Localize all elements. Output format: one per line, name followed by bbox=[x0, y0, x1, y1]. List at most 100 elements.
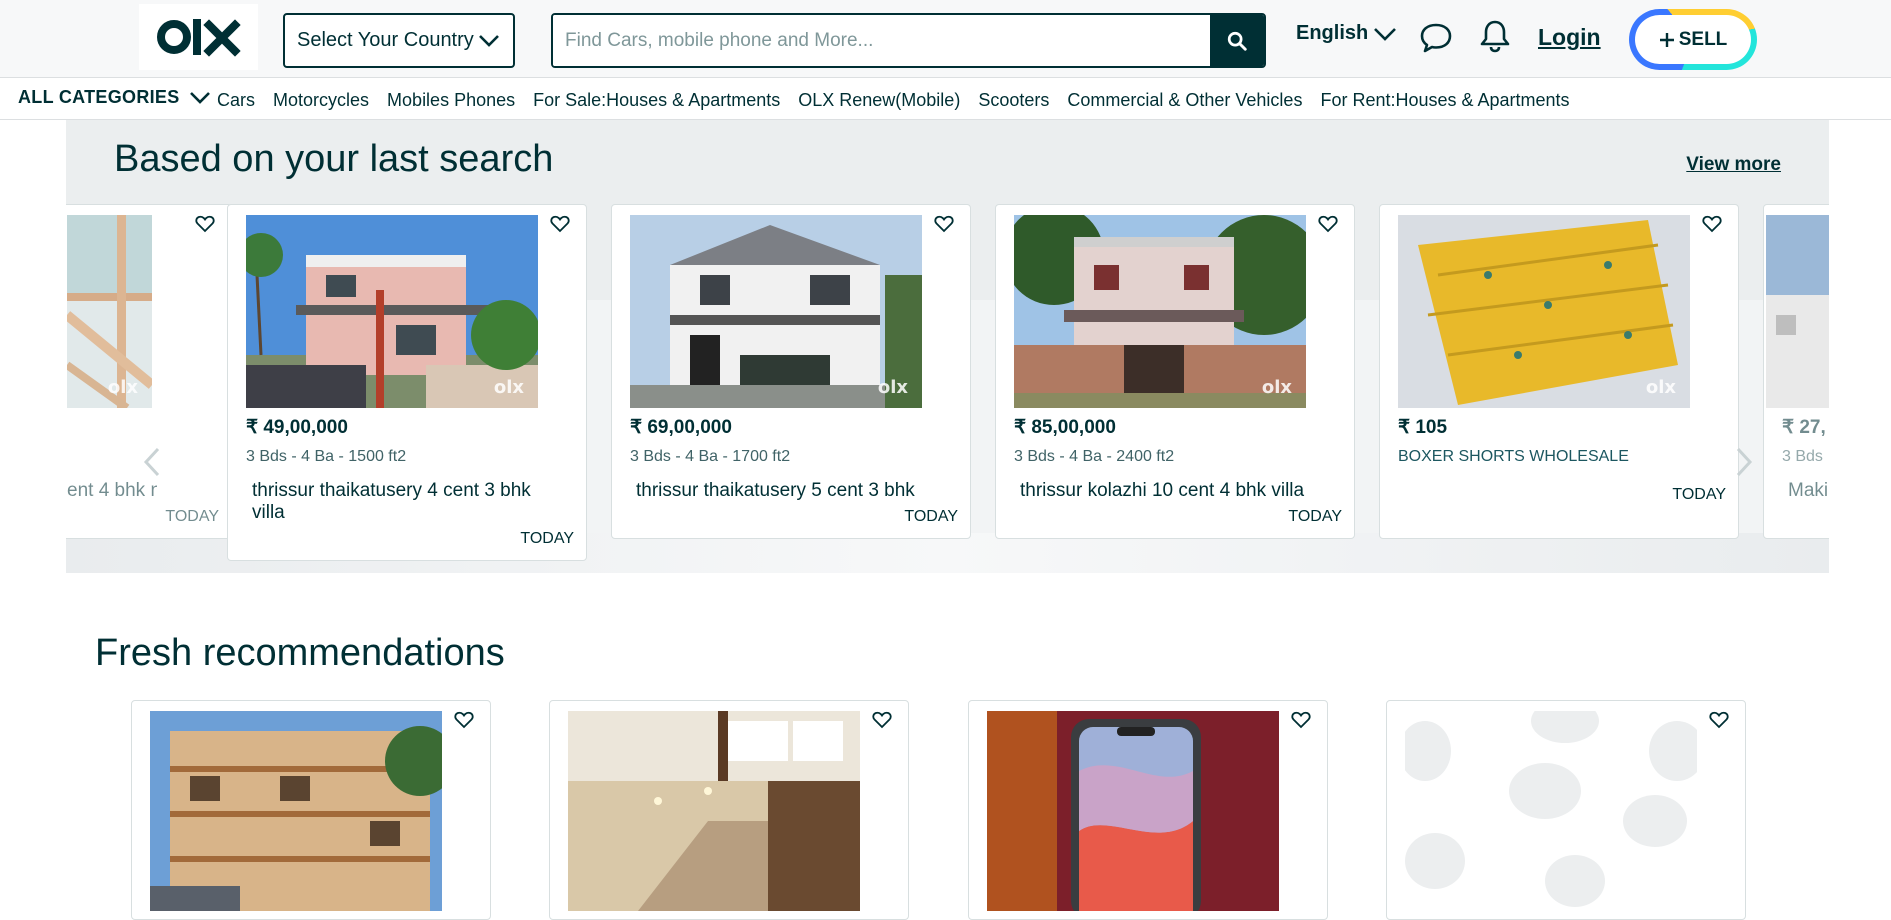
phone-image bbox=[987, 711, 1279, 911]
category-link-scooters[interactable]: Scooters bbox=[978, 90, 1049, 111]
listing-title: thrissur kolazhi 10 cent 4 bhk villa bbox=[1020, 480, 1305, 501]
plus-icon bbox=[1659, 32, 1674, 47]
olx-watermark: olx bbox=[1645, 377, 1676, 398]
sell-button-inner: SELL bbox=[1635, 15, 1751, 64]
olx-logo[interactable] bbox=[139, 4, 258, 70]
listing-image: olx bbox=[246, 215, 538, 408]
category-link-houses-for-sale[interactable]: For Sale:Houses & Apartments bbox=[533, 90, 780, 111]
olx-watermark: olx bbox=[1261, 377, 1292, 398]
listing-card-partial-right[interactable]: ₹ 27, 3 Bds Maki bbox=[1763, 204, 1829, 539]
olx-watermark: olx bbox=[877, 377, 908, 398]
listing-title: ent 4 bhk n bbox=[67, 480, 157, 501]
listing-price: ₹ 49,00,000 bbox=[246, 417, 348, 438]
language-select[interactable]: English bbox=[1296, 22, 1398, 45]
search-input[interactable] bbox=[553, 15, 1212, 66]
olx-watermark: olx bbox=[493, 377, 524, 398]
recommendation-card[interactable] bbox=[549, 700, 909, 920]
favorite-button[interactable] bbox=[195, 215, 215, 238]
listing-date: TODAY bbox=[520, 530, 574, 547]
listing-image: olx bbox=[67, 215, 152, 408]
category-bar: ALL CATEGORIES Cars Motorcycles Mobiles … bbox=[0, 78, 1891, 120]
favorite-button[interactable] bbox=[1318, 215, 1338, 238]
search-button[interactable] bbox=[1210, 15, 1264, 66]
login-link[interactable]: Login bbox=[1538, 24, 1601, 51]
last-search-section: Based on your last search View more olx … bbox=[66, 120, 1829, 573]
listing-specs: 3 Bds - 4 Ba - 1500 ft2 bbox=[246, 448, 407, 465]
listing-date: TODAY bbox=[165, 508, 219, 525]
listing-card[interactable]: olx ₹ 69,00,000 3 Bds - 4 Ba - 1700 ft2 … bbox=[611, 204, 971, 539]
category-link-commercial-vehicles[interactable]: Commercial & Other Vehicles bbox=[1067, 90, 1302, 111]
all-categories-dropdown[interactable]: ALL CATEGORIES bbox=[18, 87, 212, 108]
listing-specs: 3 Bds bbox=[1782, 448, 1823, 465]
top-header: Select Your Country English Login bbox=[0, 0, 1891, 78]
listing-date: TODAY bbox=[904, 508, 958, 525]
chat-icon[interactable] bbox=[1419, 20, 1453, 54]
chevron-down-icon bbox=[189, 91, 210, 104]
chevron-down-icon bbox=[1374, 27, 1397, 41]
apartment-image bbox=[150, 711, 442, 911]
building-image bbox=[1766, 215, 1829, 408]
listing-title: Maki bbox=[1788, 480, 1829, 501]
listing-image: olx bbox=[1398, 215, 1690, 408]
interior-image bbox=[568, 711, 860, 911]
language-label: English bbox=[1296, 22, 1369, 44]
chevron-down-icon bbox=[479, 35, 499, 47]
fresh-recommendations-title: Fresh recommendations bbox=[95, 632, 505, 674]
listing-image bbox=[568, 711, 860, 911]
country-select[interactable]: Select Your Country bbox=[283, 13, 515, 68]
category-links: Cars Motorcycles Mobiles Phones For Sale… bbox=[217, 90, 1570, 111]
listing-card-partial-left[interactable]: olx ent 4 bhk n TODAY bbox=[66, 204, 232, 539]
listing-price: ₹ 85,00,000 bbox=[1014, 417, 1116, 438]
listing-image: olx bbox=[1014, 215, 1306, 408]
listing-date: TODAY bbox=[1288, 508, 1342, 525]
listing-title: thrissur thaikatusery 4 cent 3 bhk villa bbox=[252, 480, 531, 523]
listing-date: TODAY bbox=[1672, 486, 1726, 503]
listing-card[interactable]: olx ₹ 49,00,000 3 Bds - 4 Ba - 1500 ft2 … bbox=[227, 204, 587, 561]
category-link-motorcycles[interactable]: Motorcycles bbox=[273, 90, 369, 111]
heart-icon bbox=[1702, 215, 1722, 233]
listing-specs: BOXER SHORTS WHOLESALE bbox=[1398, 448, 1629, 465]
favorite-button[interactable] bbox=[872, 711, 892, 734]
heart-icon bbox=[872, 711, 892, 729]
search-box bbox=[551, 13, 1266, 68]
listing-card[interactable]: olx ₹ 105 BOXER SHORTS WHOLESALE TODAY bbox=[1379, 204, 1739, 539]
listing-image bbox=[1766, 215, 1829, 408]
all-categories-label: ALL CATEGORIES bbox=[18, 87, 180, 107]
recommendation-card[interactable] bbox=[968, 700, 1328, 920]
category-link-mobile-phones[interactable]: Mobiles Phones bbox=[387, 90, 515, 111]
listing-image bbox=[987, 711, 1279, 911]
sell-button[interactable]: SELL bbox=[1629, 9, 1757, 70]
category-link-cars[interactable]: Cars bbox=[217, 90, 255, 111]
olx-placeholder-pattern bbox=[1405, 711, 1697, 911]
heart-icon bbox=[1318, 215, 1338, 233]
heart-icon bbox=[934, 215, 954, 233]
country-select-label: Select Your Country bbox=[297, 29, 474, 51]
view-more-link[interactable]: View more bbox=[1686, 154, 1781, 176]
favorite-button[interactable] bbox=[454, 711, 474, 734]
carousel-next-icon[interactable] bbox=[1734, 446, 1754, 478]
listing-title: thrissur thaikatusery 5 cent 3 bhk bbox=[636, 480, 915, 501]
last-search-title: Based on your last search bbox=[114, 138, 554, 180]
search-icon bbox=[1227, 31, 1247, 51]
listing-card[interactable]: olx ₹ 85,00,000 3 Bds - 4 Ba - 2400 ft2 … bbox=[995, 204, 1355, 539]
recommendation-card[interactable] bbox=[1386, 700, 1746, 920]
recommendation-card[interactable] bbox=[131, 700, 491, 920]
carousel-prev-icon[interactable] bbox=[142, 446, 162, 478]
listing-image: olx bbox=[630, 215, 922, 408]
bell-icon[interactable] bbox=[1478, 18, 1512, 54]
olx-logo-icon bbox=[156, 19, 241, 57]
listing-price: ₹ 69,00,000 bbox=[630, 417, 732, 438]
heart-icon bbox=[195, 215, 215, 233]
favorite-button[interactable] bbox=[1702, 215, 1722, 238]
heart-icon bbox=[1709, 711, 1729, 729]
category-link-houses-for-rent[interactable]: For Rent:Houses & Apartments bbox=[1320, 90, 1569, 111]
heart-icon bbox=[550, 215, 570, 233]
category-link-olx-renew[interactable]: OLX Renew(Mobile) bbox=[798, 90, 960, 111]
favorite-button[interactable] bbox=[934, 215, 954, 238]
favorite-button[interactable] bbox=[1709, 711, 1729, 734]
listing-price: ₹ 27, bbox=[1782, 417, 1826, 438]
favorite-button[interactable] bbox=[550, 215, 570, 238]
favorite-button[interactable] bbox=[1291, 711, 1311, 734]
heart-icon bbox=[454, 711, 474, 729]
listing-specs: 3 Bds - 4 Ba - 1700 ft2 bbox=[630, 448, 791, 465]
